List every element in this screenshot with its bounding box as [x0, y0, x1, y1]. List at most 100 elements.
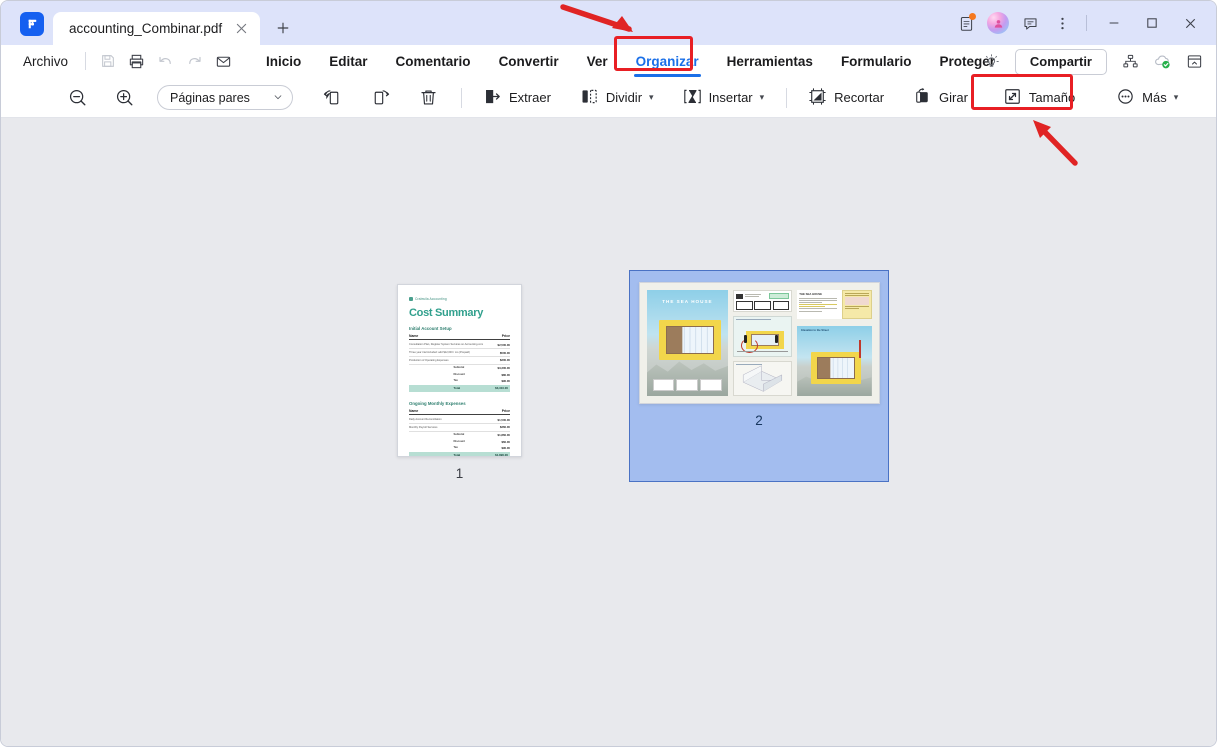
menu-bar: Archivo Inicio Editar Comentario Convert… — [1, 45, 1216, 78]
menu-tab-editar[interactable]: Editar — [315, 48, 381, 75]
mas-button[interactable]: Más ▾ — [1107, 82, 1186, 114]
menu-tab-convertir[interactable]: Convertir — [485, 48, 573, 75]
document-brand: Crabwila Accounting — [409, 297, 510, 301]
menu-tab-ver[interactable]: Ver — [573, 48, 622, 75]
page-number-label: 2 — [755, 413, 763, 428]
description-text: THE SEA HOUSE — [797, 290, 838, 319]
tax-label: Tax — [453, 446, 458, 450]
new-tab-button[interactable] — [270, 15, 296, 41]
menu-tab-organizar[interactable]: Organizar — [622, 48, 713, 77]
print-icon[interactable] — [122, 48, 151, 74]
spec-box — [754, 301, 772, 310]
lightbulb-icon[interactable] — [978, 49, 1006, 75]
page-number-label: 1 — [455, 466, 464, 481]
subtotal-row: Subtotal $3,300.00 — [409, 365, 510, 372]
page-thumbnail-1[interactable]: Crabwila Accounting Cost Summary Initial… — [397, 284, 522, 481]
zoom-out-icon[interactable] — [63, 83, 93, 113]
text-line — [799, 298, 837, 299]
split-icon — [579, 86, 600, 110]
poster-info-panel — [733, 290, 793, 312]
spec-box — [736, 301, 753, 310]
legend-item — [652, 379, 675, 391]
poster-title: THE SEA HOUSE — [662, 299, 713, 304]
table-header-2: Name Price — [409, 409, 510, 415]
note-line — [844, 295, 869, 296]
extract-icon — [482, 86, 503, 110]
menu-tab-herramientas[interactable]: Herramientas — [713, 48, 827, 75]
zoom-in-icon[interactable] — [110, 83, 140, 113]
panel-heading: THE SEA HOUSE — [799, 292, 823, 296]
tax-row: Tax $90.00 — [409, 445, 510, 452]
organization-icon[interactable] — [1116, 49, 1144, 75]
account-avatar[interactable] — [983, 8, 1013, 38]
email-icon[interactable] — [209, 48, 238, 74]
redo-icon[interactable] — [180, 48, 209, 74]
cost-summary-document: Crabwila Accounting Cost Summary Initial… — [398, 285, 521, 456]
maximize-button[interactable] — [1134, 8, 1170, 38]
document-tab[interactable]: accounting_Combinar.pdf — [53, 12, 261, 45]
total-label: Total — [453, 453, 461, 457]
table-row: Monthly Payroll Services $360.00 — [409, 424, 510, 432]
feedback-icon[interactable] — [1015, 8, 1045, 38]
menu-tab-formulario[interactable]: Formulario — [827, 48, 926, 75]
dividir-button[interactable]: Dividir ▾ — [571, 82, 662, 114]
menu-tab-comentario[interactable]: Comentario — [382, 48, 485, 75]
page-thumbnail-2[interactable]: THE SEA HOUSE THE SEA HOUSE Elevation to… — [629, 270, 889, 482]
text-line — [745, 293, 761, 295]
notes-icon[interactable] — [951, 8, 981, 38]
size-icon — [1002, 86, 1023, 110]
row-price: $300.00 — [499, 358, 510, 363]
text-line — [799, 310, 822, 312]
crop-icon — [807, 86, 828, 110]
undo-icon[interactable] — [151, 48, 180, 74]
spec-box — [772, 301, 790, 310]
collapse-ribbon-icon[interactable] — [1180, 49, 1208, 75]
tax-value: $90.00 — [501, 446, 510, 451]
ribbon-divider-2 — [786, 87, 788, 108]
text-line — [745, 296, 759, 297]
close-button[interactable] — [1172, 8, 1208, 38]
menu-archivo[interactable]: Archivo — [13, 50, 78, 73]
title-bar: accounting_Combinar.pdf — [1, 1, 1216, 45]
subtotal-row: Subtotal $1,860.00 — [409, 432, 510, 439]
discount-row: Discount $60.00 — [409, 438, 510, 445]
total-row: Total $1,890.00 — [409, 451, 510, 457]
tamano-button[interactable]: Tamaño — [994, 82, 1083, 114]
compartir-button[interactable]: Compartir — [1014, 48, 1107, 75]
text-line — [799, 308, 837, 310]
pdf-app-logo-icon — [20, 12, 44, 36]
page-organizer-canvas[interactable]: Crabwila Accounting Cost Summary Initial… — [1, 118, 1216, 746]
page-1-card[interactable]: Crabwila Accounting Cost Summary Initial… — [397, 284, 522, 457]
tab-close-icon[interactable] — [232, 20, 250, 38]
girar-button[interactable]: Girar — [904, 82, 976, 114]
legend-item — [700, 379, 723, 391]
tab-title: accounting_Combinar.pdf — [69, 21, 223, 36]
row-name: Daily Account Reconciliation — [409, 418, 442, 422]
download-button[interactable] — [769, 293, 790, 299]
note-line — [844, 308, 859, 310]
diagram-label — [736, 319, 771, 320]
discount-label: Discount — [453, 439, 465, 443]
minimize-button[interactable] — [1096, 8, 1132, 38]
text-line — [799, 300, 837, 301]
insertar-button[interactable]: Insertar ▾ — [674, 82, 773, 114]
main-menu: Inicio Editar Comentario Convertir Ver O… — [252, 48, 1009, 77]
house-window — [817, 357, 856, 380]
delete-icon[interactable] — [411, 82, 445, 114]
page-range-dropdown[interactable]: Páginas pares — [157, 85, 293, 110]
dividir-label: Dividir — [605, 90, 643, 105]
page-2-card[interactable]: THE SEA HOUSE THE SEA HOUSE Elevation to… — [638, 282, 880, 404]
sticky-note — [841, 290, 872, 320]
cloud-sync-icon[interactable] — [1148, 49, 1176, 75]
brand-name: Crabwila Accounting — [415, 297, 447, 301]
rotate-left-icon[interactable] — [315, 82, 349, 114]
note-line — [844, 306, 869, 307]
more-options-icon[interactable] — [1047, 8, 1077, 38]
recortar-button[interactable]: Recortar — [799, 82, 892, 114]
rotate-right-icon[interactable] — [363, 82, 397, 114]
table-row: Consultation Plan, Register System Servi… — [409, 342, 510, 350]
save-icon[interactable] — [93, 48, 122, 74]
extraer-button[interactable]: Extraer — [474, 82, 559, 114]
menu-tab-inicio[interactable]: Inicio — [252, 48, 315, 75]
